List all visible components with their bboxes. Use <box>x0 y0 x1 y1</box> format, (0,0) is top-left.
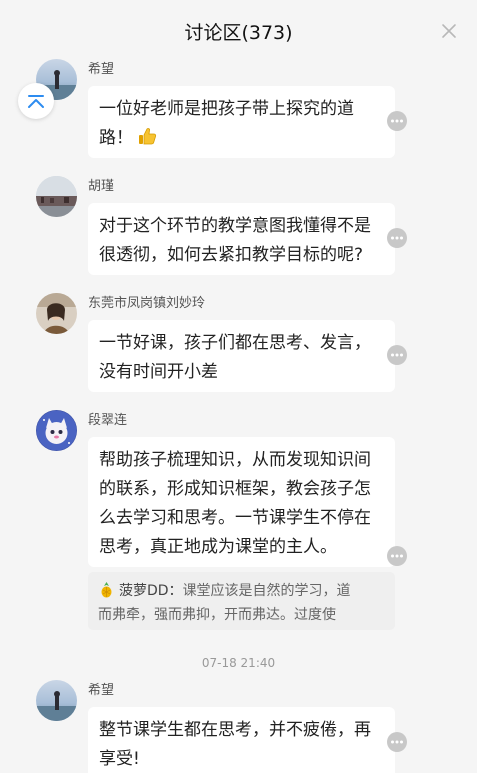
comment-text: 对于这个环节的教学意图我懂得不是 <box>99 216 371 236</box>
comment-item: 胡瑾 对于这个环节的教学意图我懂得不是 很透彻，如何去紧扣教学目标的呢? <box>36 176 477 276</box>
chevron-up-icon <box>28 95 44 108</box>
back-to-top-button[interactable] <box>18 83 54 119</box>
reply-text: 而弗牵，强而弗抑，开而弗达。过度使 <box>98 607 336 623</box>
more-button[interactable] <box>387 345 407 365</box>
close-icon <box>442 24 456 38</box>
more-icon <box>391 236 403 240</box>
more-icon <box>391 554 403 558</box>
more-button[interactable] <box>387 732 407 752</box>
thumbs-up-icon <box>139 128 157 145</box>
pineapple-icon <box>101 582 112 598</box>
more-icon <box>391 740 403 744</box>
reply-line: 菠萝DD：课堂应该是自然的学习，道 <box>98 579 385 603</box>
comment-text: 思考，真正地成为课堂的主人。 <box>99 537 337 557</box>
more-button[interactable] <box>387 228 407 248</box>
comment-text: 整节课学生都在思考，并不疲倦，再 <box>99 720 371 740</box>
avatar[interactable] <box>36 176 77 217</box>
comment-text: 享受! <box>99 749 140 769</box>
username: 胡瑾 <box>88 179 115 194</box>
comment-bubble: 整节课学生都在思考，并不疲倦，再 享受! <box>88 707 395 773</box>
more-icon <box>391 353 403 357</box>
discussion-panel: 讨论区(373) 希望 一位好老师是把孩子带上探究的道 路！ 胡瑾 对于这个环节… <box>0 0 477 773</box>
comment-list: 希望 一位好老师是把孩子带上探究的道 路！ 胡瑾 对于这个环节的教学意图我懂得不… <box>0 58 477 773</box>
comment-text: 路！ <box>99 128 133 148</box>
comment-bubble: 一位好老师是把孩子带上探究的道 路！ <box>88 86 395 158</box>
avatar[interactable] <box>36 410 77 451</box>
avatar[interactable] <box>36 680 77 721</box>
timestamp: 07-18 21:40 <box>201 656 276 670</box>
more-button[interactable] <box>387 546 407 566</box>
comment-text: 很透彻，如何去紧扣教学目标的呢? <box>99 245 364 265</box>
close-button[interactable] <box>438 20 460 42</box>
reply-author: 菠萝DD： <box>119 583 183 599</box>
comment-item: 希望 整节课学生都在思考，并不疲倦，再 享受! <box>36 680 477 773</box>
comment-text: 帮助孩子梳理知识，从而发现知识间 <box>99 450 371 470</box>
username: 东莞市凤岗镇刘妙玲 <box>88 296 206 311</box>
comment-text: 没有时间开小差 <box>99 362 218 382</box>
comment-text: 的联系，形成知识框架，教会孩子怎 <box>99 479 371 499</box>
comment-text: 一节好课，孩子们都在思考、发言， <box>99 333 371 353</box>
reply-text: 课堂应该是自然的学习，道 <box>182 583 351 599</box>
comment-item: 东莞市凤岗镇刘妙玲 一节好课，孩子们都在思考、发言， 没有时间开小差 <box>36 293 477 393</box>
more-icon <box>391 119 403 123</box>
comment-bubble: 对于这个环节的教学意图我懂得不是 很透彻，如何去紧扣教学目标的呢? <box>88 203 395 275</box>
username: 希望 <box>88 62 115 77</box>
avatar[interactable] <box>36 293 77 334</box>
comment-item: 段翠连 帮助孩子梳理知识，从而发现知识间 的联系，形成知识框架，教会孩子怎 么去… <box>36 410 477 630</box>
comment-text: 一位好老师是把孩子带上探究的道 <box>99 99 354 119</box>
comment-bubble: 一节好课，孩子们都在思考、发言， 没有时间开小差 <box>88 320 395 392</box>
username: 希望 <box>88 683 115 698</box>
page-title: 讨论区(373) <box>184 22 293 44</box>
comment-text: 么去学习和思考。一节课学生不停在 <box>99 508 371 528</box>
header: 讨论区(373) <box>0 0 477 58</box>
comment-item: 希望 一位好老师是把孩子带上探究的道 路！ <box>36 59 477 159</box>
more-button[interactable] <box>387 111 407 131</box>
comment-text: 路！ <box>99 124 385 153</box>
reply-preview[interactable]: 菠萝DD：课堂应该是自然的学习，道 而弗牵，强而弗抑，开而弗达。过度使 <box>88 572 395 630</box>
username: 段翠连 <box>88 413 128 428</box>
comment-bubble: 帮助孩子梳理知识，从而发现知识间 的联系，形成知识框架，教会孩子怎 么去学习和思… <box>88 437 395 567</box>
